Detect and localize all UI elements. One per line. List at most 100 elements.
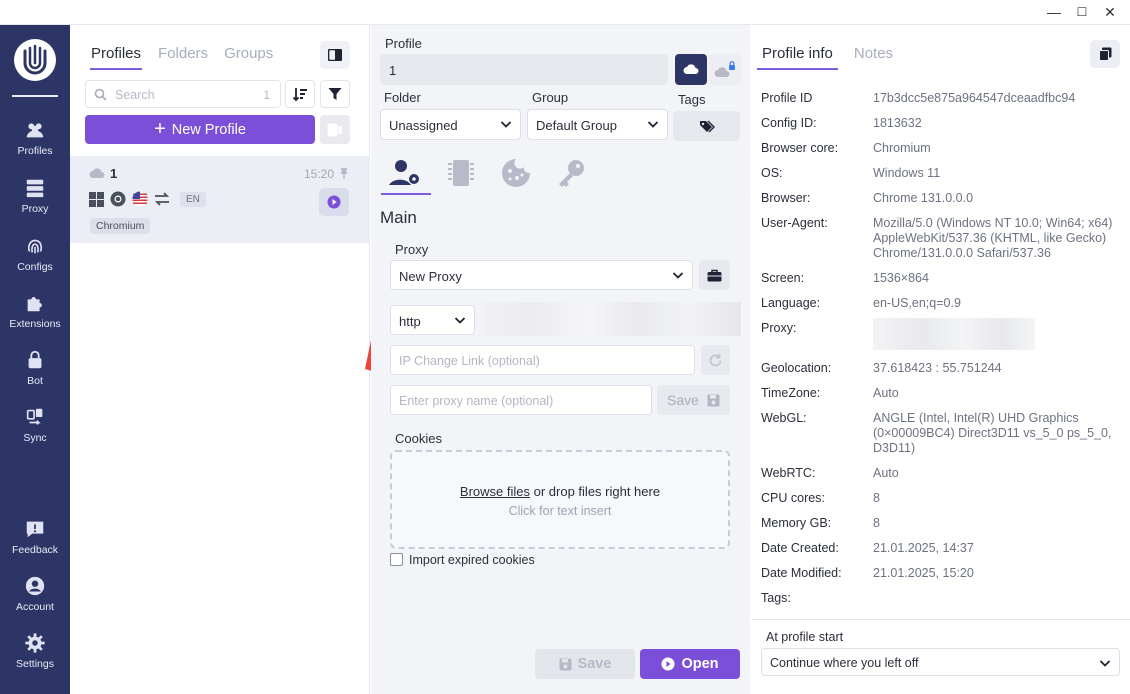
profile-edit-panel: Profile 1 Folder Unassigned Group Defaul…	[371, 25, 750, 694]
new-profile-button[interactable]: + New Profile	[85, 115, 315, 144]
sidebar-item-account[interactable]: Account	[0, 575, 70, 625]
folder-select[interactable]: Unassigned	[380, 109, 521, 140]
search-placeholder: Search	[115, 88, 155, 102]
tab-cookies[interactable]	[492, 153, 540, 193]
fingerprint-icon	[27, 239, 43, 254]
info-label-created: Date Created:	[761, 541, 839, 555]
sidebar-item-label: Feedback	[11, 544, 59, 556]
chip-icon	[448, 160, 474, 186]
start-profile-button[interactable]	[319, 188, 349, 216]
sidebar-item-proxy[interactable]: Proxy	[0, 177, 70, 227]
open-button[interactable]: Open	[640, 649, 740, 679]
browse-files-link[interactable]: Browse files	[460, 484, 530, 499]
info-value-webgl: ANGLE (Intel, Intel(R) UHD Graphics (0×0…	[873, 411, 1112, 455]
info-value-config-id: 1813632	[873, 116, 922, 130]
info-label-webrtc: WebRTC:	[761, 466, 816, 480]
info-value-created: 21.01.2025, 14:37	[873, 541, 974, 555]
sort-button[interactable]	[285, 80, 315, 108]
cookies-dropzone[interactable]: Browse files or drop files right here Cl…	[390, 450, 730, 549]
proxy-select[interactable]: New Proxy	[390, 260, 693, 290]
filter-button[interactable]	[320, 80, 350, 108]
proxy-host-input[interactable]	[481, 302, 741, 336]
cookies-label: Cookies	[395, 431, 442, 446]
info-label-browser-core: Browser core:	[761, 141, 839, 155]
browser-core-badge: Chromium	[90, 218, 151, 234]
account-icon	[25, 576, 45, 596]
import-expired-checkbox[interactable]	[390, 553, 403, 566]
open-label: Open	[681, 656, 719, 672]
tab-notes[interactable]: Notes	[854, 45, 893, 70]
sidebar-item-profiles[interactable]: Profiles	[0, 119, 70, 169]
pin-icon[interactable]	[339, 167, 349, 179]
profile-attributes: EN	[89, 191, 206, 207]
import-expired-label: Import expired cookies	[409, 553, 535, 567]
info-value-geolocation: 37.618423 : 55.751244	[873, 361, 1002, 375]
tab-groups[interactable]: Groups	[224, 45, 273, 70]
info-value-modified: 21.01.2025, 15:20	[873, 566, 974, 580]
close-button[interactable]: ✕	[1096, 2, 1124, 22]
lock-icon	[28, 350, 42, 369]
sidebar-item-label: Settings	[16, 658, 54, 670]
ip-change-link-input[interactable]: IP Change Link (optional)	[390, 345, 695, 375]
tab-folders[interactable]: Folders	[158, 45, 208, 70]
group-value: Default Group	[536, 118, 617, 133]
refresh-ip-button[interactable]	[701, 345, 730, 375]
search-input[interactable]: Search 1	[85, 80, 281, 108]
info-label-config-id: Config ID:	[761, 116, 817, 130]
floppy-icon	[707, 394, 720, 406]
window-titlebar: — ☐ ✕	[0, 0, 1130, 25]
tab-main-settings[interactable]	[381, 153, 429, 193]
local-storage-button[interactable]	[709, 54, 741, 85]
profiles-tabs: Profiles Folders Groups	[90, 45, 289, 70]
puzzle-icon	[27, 297, 42, 312]
tags-button[interactable]	[673, 111, 740, 141]
info-label-profile-id: Profile ID	[761, 91, 813, 105]
us-flag-icon	[132, 191, 148, 207]
profile-label: Profile	[385, 36, 422, 51]
group-label: Group	[532, 90, 569, 105]
proxy-manager-button[interactable]	[699, 260, 730, 290]
info-label-timezone: TimeZone:	[761, 386, 821, 400]
locked-cloud-icon	[714, 60, 735, 77]
save-button[interactable]: Save	[535, 649, 635, 679]
click-insert-text[interactable]: Click for text insert	[392, 504, 728, 518]
tab-profiles[interactable]: Profiles	[90, 45, 143, 70]
maximize-button[interactable]: ☐	[1068, 2, 1096, 22]
sidebar-item-bot[interactable]: Bot	[0, 349, 70, 399]
info-value-language: en-US,en;q=0.9	[873, 296, 961, 310]
sidebar-item-settings[interactable]: Settings	[0, 632, 70, 682]
at-start-select[interactable]: Continue where you left off	[761, 648, 1120, 676]
chevron-down-icon	[500, 121, 512, 128]
info-value-cpu: 8	[873, 491, 880, 505]
profile-list-item[interactable]: 1 15:20 EN Chromium	[70, 156, 370, 243]
tags-label: Tags	[678, 92, 706, 107]
sidebar-item-configs[interactable]: Configs	[0, 235, 70, 285]
group-select[interactable]: Default Group	[527, 109, 668, 140]
save-proxy-button[interactable]: Save	[657, 385, 730, 415]
sidebar-item-label: Sync	[23, 432, 47, 444]
filter-icon	[328, 88, 342, 100]
sidebar-item-extensions[interactable]: Extensions	[0, 292, 70, 342]
quick-profile-button[interactable]	[320, 115, 350, 144]
info-tabs: Profile info Notes	[757, 45, 909, 70]
profile-name-input[interactable]: 1	[380, 54, 668, 85]
panel-toggle-button[interactable]	[320, 41, 350, 69]
info-label-language: Language:	[761, 296, 821, 310]
tab-permissions[interactable]	[547, 153, 595, 193]
copy-info-button[interactable]	[1090, 40, 1120, 68]
at-start-value: Continue where you left off	[770, 656, 919, 670]
sidebar-item-feedback[interactable]: Feedback	[0, 518, 70, 568]
play-icon	[327, 195, 341, 209]
proxy-label: Proxy	[395, 242, 429, 257]
minimize-button[interactable]: —	[1040, 2, 1068, 22]
protocol-select[interactable]: http	[390, 305, 475, 335]
folder-label: Folder	[384, 90, 421, 105]
tab-hardware[interactable]	[437, 153, 485, 193]
proxy-name-input[interactable]: Enter proxy name (optional)	[390, 385, 652, 415]
tab-profile-info[interactable]: Profile info	[757, 45, 838, 70]
info-label-memory: Memory GB:	[761, 516, 832, 530]
sidebar-item-sync[interactable]: Sync	[0, 406, 70, 456]
cloud-storage-button[interactable]	[675, 54, 707, 85]
info-value-screen: 1536×864	[873, 271, 929, 285]
profile-name: 1	[110, 166, 118, 181]
